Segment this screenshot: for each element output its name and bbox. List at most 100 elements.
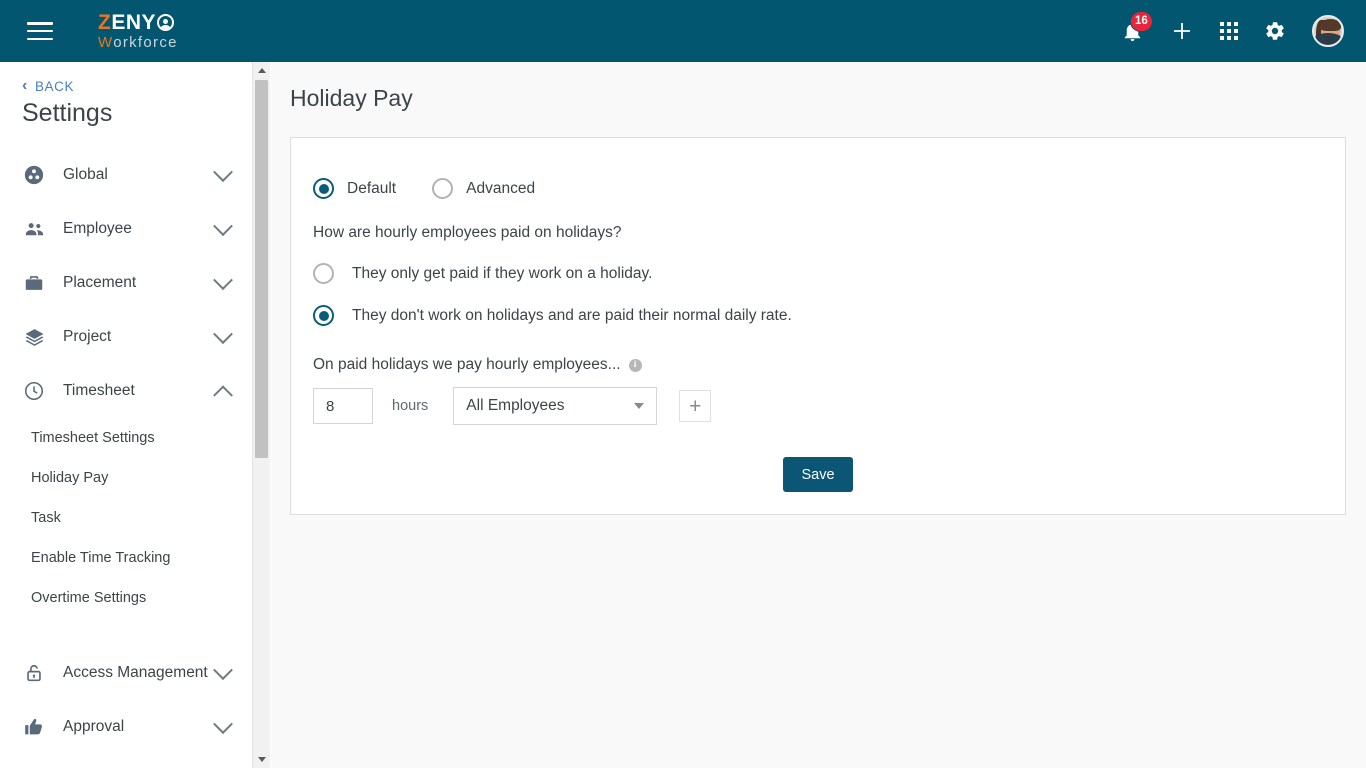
chevron-left-icon: ‹ xyxy=(22,77,28,94)
sidebar-item-timesheet[interactable]: Timesheet xyxy=(0,364,252,418)
layers-icon xyxy=(22,325,46,349)
paid-holidays-label-row: On paid holidays we pay hourly employees… xyxy=(313,356,1345,374)
radio-option-advanced[interactable]: Advanced xyxy=(432,178,535,199)
scrollbar-thumb[interactable] xyxy=(255,80,268,458)
hours-input[interactable] xyxy=(313,388,373,424)
sidebar-item-access-management[interactable]: Access Management xyxy=(0,646,252,700)
radio-advanced-label: Advanced xyxy=(466,179,536,197)
app-logo[interactable]: Z ENY Workforce xyxy=(98,12,178,50)
sidebar-item-label: Access Management xyxy=(63,664,208,681)
radio-normal-rate-indicator[interactable] xyxy=(313,305,334,326)
chevron-down-icon xyxy=(634,403,645,409)
grid-icon xyxy=(1220,22,1238,40)
lock-icon xyxy=(22,661,46,685)
sidebar-subitem-task[interactable]: Task xyxy=(0,498,252,538)
sidebar-subitem-holiday-pay[interactable]: Holiday Pay xyxy=(0,458,252,498)
sidebar-item-label: Timesheet xyxy=(63,382,135,399)
radio-default-label: Default xyxy=(347,179,397,197)
sidebar-subitem-label: Holiday Pay xyxy=(31,470,109,486)
apps-grid-button[interactable] xyxy=(1220,22,1238,40)
sidebar-item-label: Placement xyxy=(63,274,137,291)
logo-person-mark-icon xyxy=(157,14,175,31)
pay-option-label: They only get paid if they work on a hol… xyxy=(352,264,653,282)
notifications-button[interactable]: 16 xyxy=(1121,10,1153,43)
paid-holidays-label: On paid holidays we pay hourly employees… xyxy=(313,356,621,373)
radio-advanced-indicator[interactable] xyxy=(432,178,454,199)
logo-primary: Z ENY xyxy=(98,12,178,33)
sidebar-item-employee[interactable]: Employee xyxy=(0,202,252,256)
pay-option-label: They don't work on holidays and are paid… xyxy=(352,306,792,324)
gear-icon xyxy=(1266,22,1284,40)
employee-select[interactable]: All Employees xyxy=(453,387,658,425)
chevron-down-icon[interactable] xyxy=(213,324,233,345)
chevron-down-icon[interactable] xyxy=(213,714,233,735)
triangle-up-icon xyxy=(257,68,266,73)
page-title: Holiday Pay xyxy=(290,85,413,111)
sidebar-item-project[interactable]: Project xyxy=(0,310,252,364)
sidebar-item-global[interactable]: Global xyxy=(0,148,252,202)
employee-select-value: All Employees xyxy=(466,397,565,414)
chevron-down-icon[interactable] xyxy=(213,162,233,183)
sidebar-item-approval[interactable]: Approval xyxy=(0,700,252,754)
people-icon xyxy=(22,217,46,241)
info-icon[interactable]: i xyxy=(628,358,642,372)
avatar-body xyxy=(1314,33,1342,45)
settings-button[interactable] xyxy=(1264,20,1286,42)
hours-unit-label: hours xyxy=(392,398,429,414)
sidebar-item-immigration[interactable]: Immigration xyxy=(0,754,252,768)
radio-option-default[interactable]: Default xyxy=(313,178,396,199)
sidebar-subitem-label: Timesheet Settings xyxy=(31,430,155,446)
logo-letter-z: Z xyxy=(98,11,112,34)
hamburger-menu-icon[interactable] xyxy=(27,22,53,40)
settings-sidebar: ‹ BACK Settings Global Employee Placemen… xyxy=(0,62,252,768)
sidebar-title: Settings xyxy=(22,99,113,127)
plus-icon xyxy=(1174,23,1190,39)
pay-option-normal-daily-rate[interactable]: They don't work on holidays and are paid… xyxy=(313,305,1345,326)
globe-icon xyxy=(22,163,46,187)
chevron-down-icon[interactable] xyxy=(213,660,233,681)
question-text: How are hourly employees paid on holiday… xyxy=(313,224,622,241)
logo-letter-w: W xyxy=(98,34,114,51)
scrollbar-down-button[interactable] xyxy=(253,751,270,768)
save-button[interactable]: Save xyxy=(783,457,853,492)
briefcase-icon xyxy=(22,271,46,295)
sidebar-subitem-label: Task xyxy=(31,510,61,526)
mode-radio-group: Default Advanced xyxy=(313,178,1345,199)
chevron-down-icon[interactable] xyxy=(213,216,233,237)
sidebar-item-label: Project xyxy=(63,328,112,345)
sidebar-subitem-overtime-settings[interactable]: Overtime Settings xyxy=(0,578,252,618)
clock-icon xyxy=(22,379,46,403)
top-bar-actions: 16 xyxy=(1121,10,1344,47)
sidebar-subitem-timesheet-settings[interactable]: Timesheet Settings xyxy=(0,418,252,458)
sidebar-item-placement[interactable]: Placement xyxy=(0,256,252,310)
triangle-down-icon xyxy=(257,757,266,762)
avatar-hair-top xyxy=(1319,19,1341,31)
chevron-up-icon[interactable] xyxy=(213,385,233,406)
sidebar-subitem-label: Enable Time Tracking xyxy=(31,550,171,566)
sidebar-subitem-enable-time-tracking[interactable]: Enable Time Tracking xyxy=(0,538,252,578)
back-label: BACK xyxy=(34,78,75,94)
radio-default-indicator[interactable] xyxy=(313,178,334,199)
thumbs-up-icon xyxy=(22,715,46,739)
chevron-down-icon[interactable] xyxy=(213,270,233,291)
sidebar-scrollbar[interactable] xyxy=(252,62,270,768)
sidebar-item-label: Approval xyxy=(63,718,125,735)
pay-option-work-only[interactable]: They only get paid if they work on a hol… xyxy=(313,263,1345,284)
back-link[interactable]: ‹ BACK xyxy=(22,78,252,94)
scrollbar-up-button[interactable] xyxy=(253,62,270,79)
sidebar-nav: Global Employee Placement Project Timesh… xyxy=(0,148,252,768)
logo-letters-eny: ENY xyxy=(111,11,157,34)
holiday-pay-card: Default Advanced How are hourly employee… xyxy=(290,137,1346,515)
logo-workforce-text: orkforce xyxy=(113,34,178,51)
user-avatar[interactable] xyxy=(1312,15,1344,47)
sidebar-item-label: Global xyxy=(63,166,108,183)
save-button-row: Save xyxy=(291,457,1345,492)
notification-badge: 16 xyxy=(1130,10,1153,32)
add-button[interactable] xyxy=(1170,19,1194,43)
add-row-button[interactable]: + xyxy=(679,390,712,422)
main-content: Holiday Pay Default Advanced How are hou… xyxy=(271,62,1366,768)
top-bar: Z ENY Workforce 16 xyxy=(0,0,1366,62)
sidebar-subitem-label: Overtime Settings xyxy=(31,590,147,606)
radio-work-only-indicator[interactable] xyxy=(313,263,334,284)
sidebar-item-label: Employee xyxy=(63,220,132,237)
